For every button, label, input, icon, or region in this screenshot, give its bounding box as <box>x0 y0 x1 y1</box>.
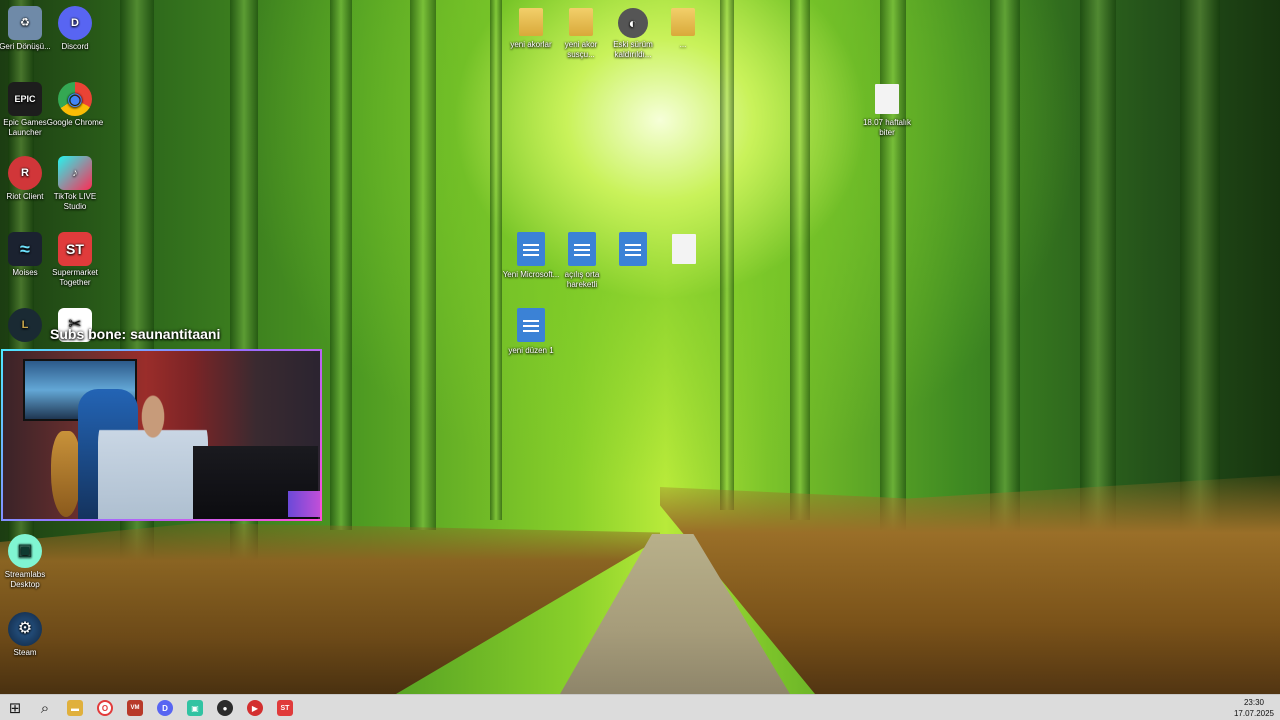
desktop-icon-label: Steam <box>13 648 37 657</box>
riot-client-icon: R <box>8 156 42 190</box>
bamboo-stalk <box>1180 0 1220 550</box>
desktop-icon-streamlabs[interactable]: ▣ Streamlabs Desktop <box>0 534 54 590</box>
bamboo-stalk <box>490 0 502 520</box>
document-icon <box>517 308 545 342</box>
guitar <box>51 431 81 517</box>
desktop-icon-label: yeni akor susçu... <box>564 40 598 59</box>
folder-icon <box>519 8 543 36</box>
document-icon <box>517 232 545 266</box>
search-button[interactable]: ⌕ <box>30 695 60 720</box>
streamlabs-icon: ▣ <box>187 700 203 716</box>
discord-icon: D <box>58 6 92 40</box>
opera-icon: O <box>97 700 113 716</box>
desktop-wallpaper <box>0 0 1280 694</box>
desktop-icon-label: 18.07 haftalık biter <box>862 118 912 137</box>
league-of-legends-icon: L <box>8 308 42 342</box>
folder-icon: ▬ <box>67 700 83 716</box>
voicemeeter-icon: VM <box>127 700 143 716</box>
desktop-icon-discord[interactable]: D Discord <box>46 6 104 52</box>
folder-icon <box>569 8 593 36</box>
desktop-icon-label: Streamlabs Desktop <box>4 570 46 589</box>
subscriber-alert-text: Subs bone: saunantitaani <box>50 326 221 342</box>
grass-left <box>0 523 660 694</box>
obs-button[interactable]: ● <box>210 695 240 720</box>
desktop-icon-label: Yeni Microsoft... <box>502 270 560 279</box>
desktop-icon-folder[interactable]: yeni akor susçu... <box>552 8 610 60</box>
supermarket-together-icon: ST <box>277 700 293 716</box>
desktop-icon-label: TikTok LIVE Studio <box>53 192 97 211</box>
blank-file-icon <box>672 234 696 264</box>
moises-icon: ≈ <box>8 232 42 266</box>
voicemeeter-button[interactable]: VM <box>120 695 150 720</box>
document-icon <box>568 232 596 266</box>
desktop-icon-label: yeni düzen 1 <box>508 346 554 355</box>
streamer <box>98 391 208 519</box>
recycle-bin-icon: ♻ <box>8 6 42 40</box>
bamboo-stalk <box>1080 0 1116 550</box>
clock-time: 23:30 <box>1243 698 1264 707</box>
desktop-icon-doc[interactable]: yeni düzen 1 <box>502 308 560 356</box>
tiktok-live-icon: ♪ <box>58 156 92 190</box>
desktop-icon-label: Discord <box>61 42 89 51</box>
clock-date: 17.07.2025 <box>1233 709 1274 718</box>
document-icon <box>619 232 647 266</box>
desktop-icon-steam[interactable]: ⚙ Steam <box>0 612 54 658</box>
desktop-icon-doc[interactable] <box>604 232 662 270</box>
discord-taskbar-button[interactable]: D <box>150 695 180 720</box>
text-file-icon <box>875 84 899 114</box>
desktop-icon-text-file[interactable]: 18.07 haftalık biter <box>858 84 916 138</box>
bamboo-stalk <box>410 0 436 530</box>
desktop-icon-label: açılış orta hareketli <box>564 270 600 289</box>
start-button[interactable]: ⊞ <box>0 695 30 720</box>
keyboard-rgb <box>288 491 320 517</box>
desktop-icon-folder[interactable]: ... <box>654 8 712 50</box>
desktop-icon-doc[interactable]: Yeni Microsoft... <box>502 232 560 280</box>
image-app-icon: ◐ <box>618 8 648 38</box>
webcam-overlay <box>1 349 322 521</box>
bamboo-stalk <box>990 0 1020 550</box>
bamboo-stalk <box>330 0 352 530</box>
desktop-icon-label: ... <box>679 40 687 49</box>
folder-icon <box>671 8 695 36</box>
bamboo-stalk <box>880 0 906 530</box>
desktop-icon-chrome[interactable]: ◉ Google Chrome <box>46 82 104 128</box>
epic-games-icon: EPIC <box>8 82 42 116</box>
file-explorer-button[interactable]: ▬ <box>60 695 90 720</box>
desktop-icon-tiktok-live[interactable]: ♪ TikTok LIVE Studio <box>46 156 104 212</box>
supermarket-taskbar-button[interactable]: ST <box>270 695 300 720</box>
obs-icon: ● <box>217 700 233 716</box>
desktop-icon-doc[interactable]: açılış orta hareketli <box>553 232 611 290</box>
desktop-icon-supermarket-together[interactable]: ST Supermarket Together <box>46 232 104 288</box>
media-button[interactable]: ▶ <box>240 695 270 720</box>
search-icon: ⌕ <box>40 699 50 717</box>
google-chrome-icon: ◉ <box>58 82 92 116</box>
bamboo-stalk <box>720 0 734 510</box>
streamlabs-taskbar-button[interactable]: ▣ <box>180 695 210 720</box>
desktop-icon-label: Google Chrome <box>46 118 104 127</box>
system-clock[interactable]: 23:30 17.07.2025 <box>1234 697 1274 719</box>
taskbar: ⊞ ⌕ ▬ O VM D ▣ ● ▶ ST 23:30 17.07.2025 <box>0 694 1280 720</box>
discord-icon: D <box>157 700 173 716</box>
desktop-icon-blank-file[interactable] <box>655 234 713 268</box>
streamlabs-icon: ▣ <box>8 534 42 568</box>
steam-icon: ⚙ <box>8 612 42 646</box>
play-icon: ▶ <box>247 700 263 716</box>
windows-icon: ⊞ <box>8 700 22 717</box>
desktop-icon-label: Supermarket Together <box>52 268 98 287</box>
opera-button[interactable]: O <box>90 695 120 720</box>
supermarket-together-icon: ST <box>58 232 92 266</box>
bamboo-stalk <box>790 0 810 520</box>
